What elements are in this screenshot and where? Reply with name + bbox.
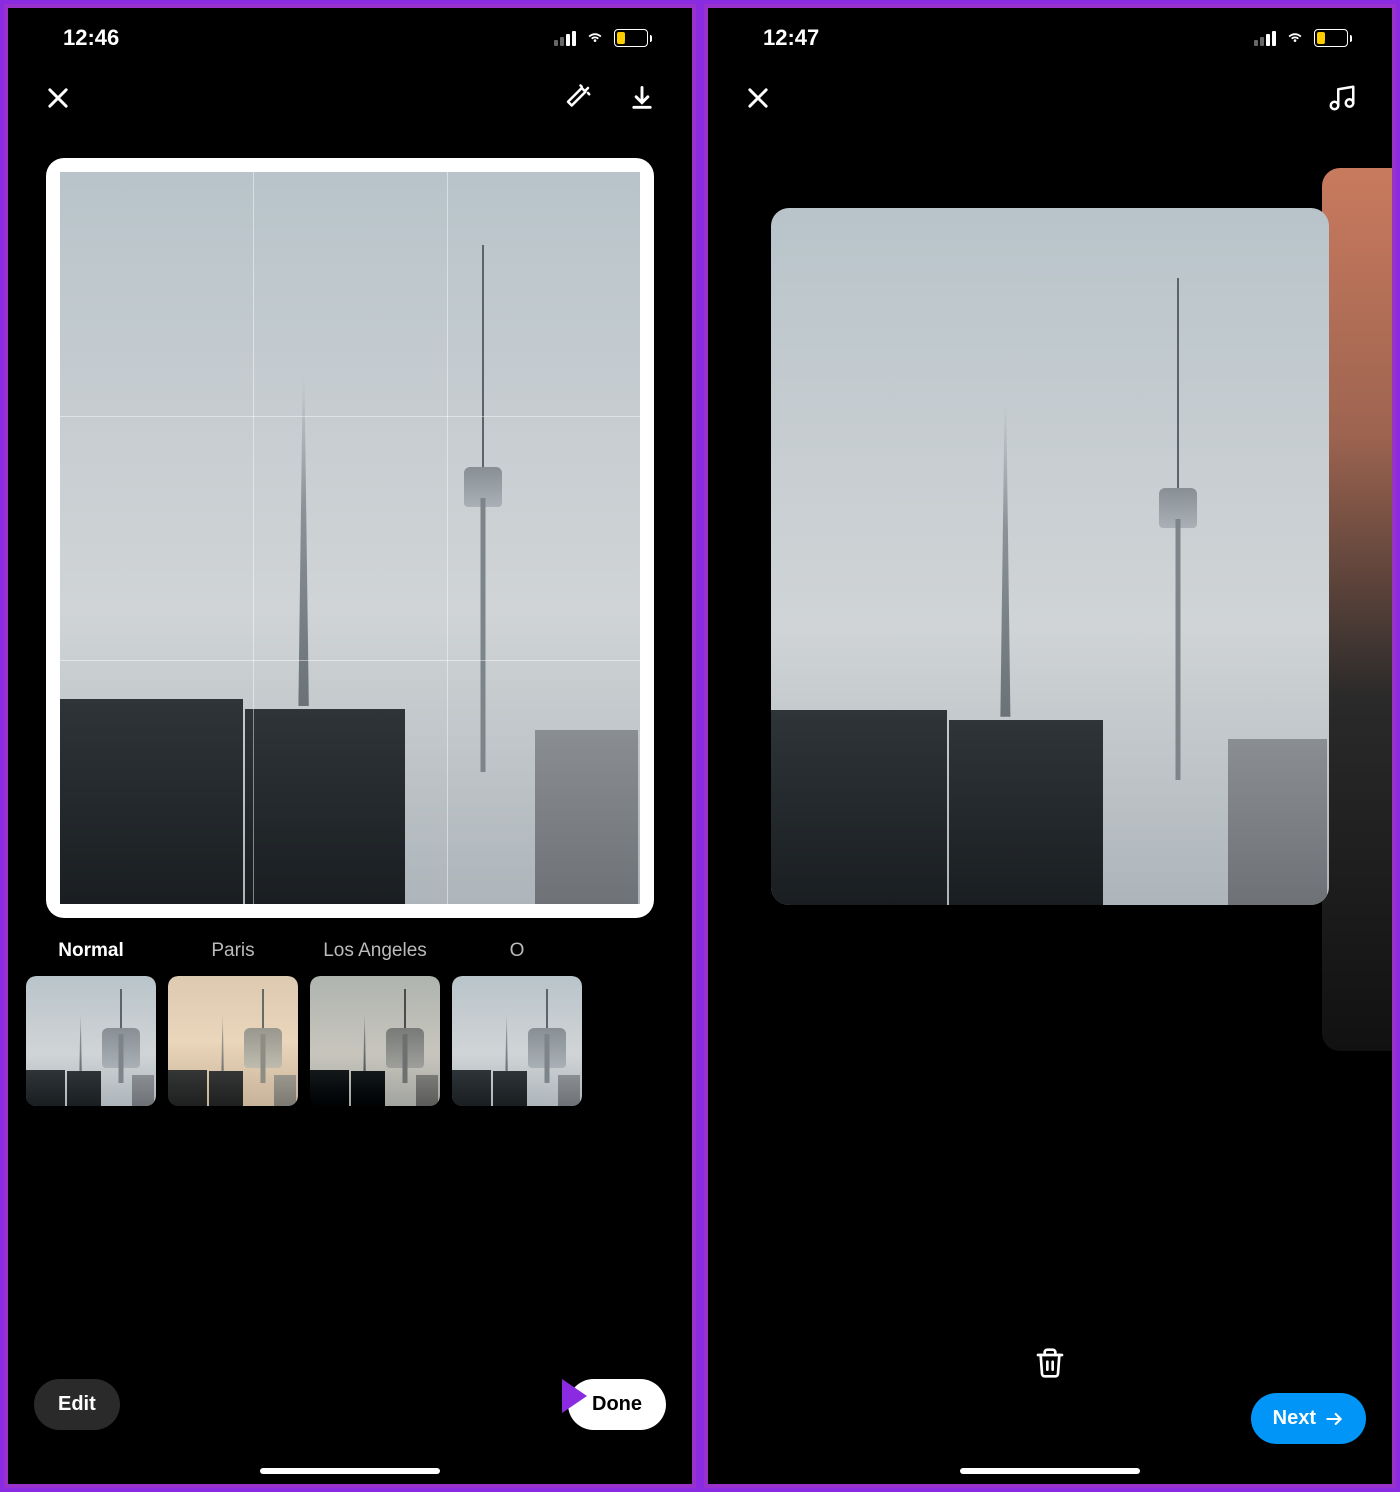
carousel-next-photo[interactable] — [1322, 168, 1392, 1051]
phone-right-carousel: 12:47 22 — [704, 4, 1396, 1488]
music-icon[interactable] — [1322, 78, 1362, 118]
close-button[interactable] — [738, 78, 778, 118]
filter-partial[interactable]: O — [452, 940, 582, 1106]
delete-row — [708, 1321, 1392, 1393]
carousel-toolbar — [708, 68, 1392, 128]
wifi-icon — [584, 25, 606, 52]
grid-line — [60, 660, 640, 661]
filter-label: Paris — [211, 940, 254, 968]
filter-label: Normal — [58, 940, 123, 968]
battery-level: 22 — [624, 31, 637, 45]
next-button[interactable]: Next — [1251, 1393, 1366, 1444]
home-indicator[interactable] — [960, 1468, 1140, 1474]
filter-label: Los Angeles — [323, 940, 427, 968]
arrow-right-icon — [1324, 1409, 1344, 1429]
editor-toolbar — [8, 68, 692, 128]
status-time: 12:46 — [63, 25, 119, 51]
grid-line — [253, 172, 254, 904]
photo-preview[interactable] — [8, 128, 692, 928]
carousel-current-photo[interactable] — [771, 208, 1329, 905]
filter-label: O — [510, 940, 525, 968]
status-bar: 12:47 22 — [708, 8, 1392, 68]
next-button-label: Next — [1273, 1407, 1316, 1430]
wifi-icon — [1284, 25, 1306, 52]
download-icon[interactable] — [622, 78, 662, 118]
status-icons: 22 — [554, 25, 652, 52]
editor-bottom-bar: Edit Done — [8, 1354, 692, 1484]
photo-content — [60, 172, 640, 904]
filter-los-angeles[interactable]: Los Angeles — [310, 940, 440, 1106]
battery-icon: 22 — [1314, 29, 1352, 47]
battery-icon: 22 — [614, 29, 652, 47]
cellular-icon — [554, 30, 576, 46]
trash-icon[interactable] — [1030, 1343, 1070, 1383]
status-time: 12:47 — [763, 25, 819, 51]
edit-button[interactable]: Edit — [34, 1379, 120, 1430]
cellular-icon — [1254, 30, 1276, 46]
close-button[interactable] — [38, 78, 78, 118]
filter-normal[interactable]: Normal — [26, 940, 156, 1106]
phone-left-editor: 12:46 22 — [4, 4, 696, 1488]
photo-carousel[interactable] — [708, 128, 1392, 1321]
grid-line — [60, 416, 640, 417]
done-button[interactable]: Done — [568, 1379, 666, 1430]
grid-line — [447, 172, 448, 904]
magic-wand-icon[interactable] — [558, 78, 598, 118]
filter-carousel[interactable]: Normal Paris Los Angeles O — [8, 928, 692, 1106]
status-bar: 12:46 22 — [8, 8, 692, 68]
home-indicator[interactable] — [260, 1468, 440, 1474]
battery-level: 22 — [1324, 31, 1337, 45]
filter-paris[interactable]: Paris — [168, 940, 298, 1106]
status-icons: 22 — [1254, 25, 1352, 52]
